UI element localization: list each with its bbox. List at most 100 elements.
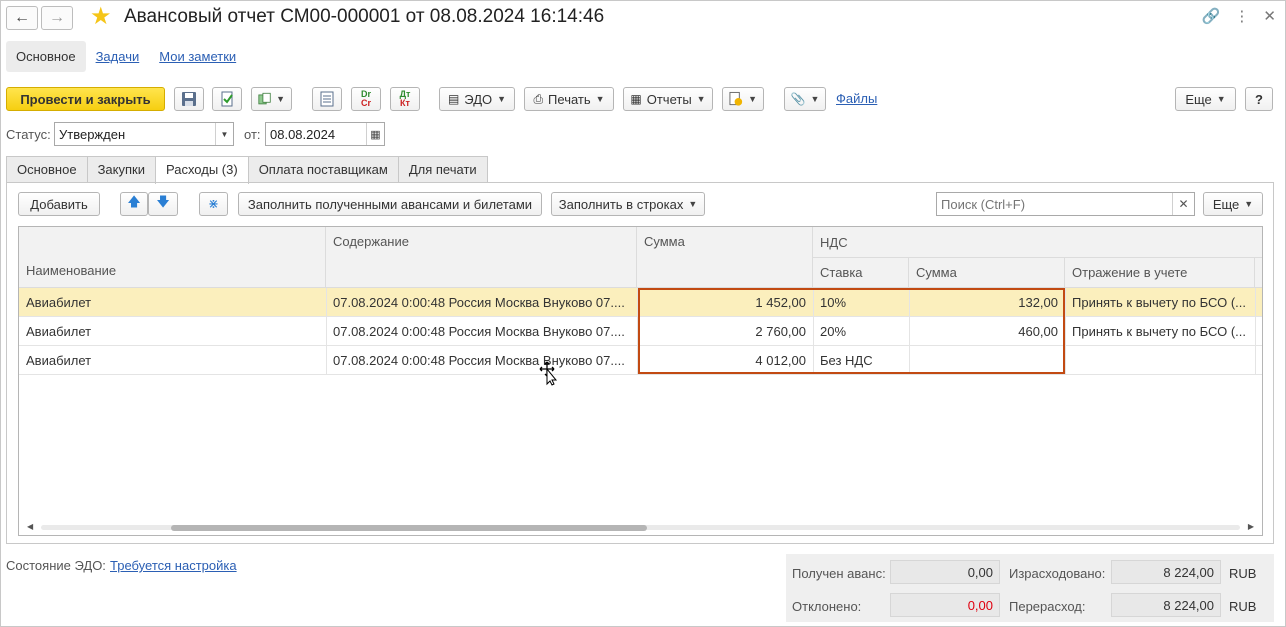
tab-purchases[interactable]: Закупки <box>86 156 156 183</box>
post-button[interactable] <box>212 87 242 111</box>
grid-more-button[interactable]: Еще ▼ <box>1203 192 1263 216</box>
cell-vat-rate: 20% <box>820 324 847 339</box>
reports-label: Отчеты <box>646 91 692 107</box>
cell-accounting <box>1065 346 1255 375</box>
cell-name: Авиабилет <box>26 295 92 310</box>
reports-button[interactable]: ▦ Отчеты ▼ <box>623 87 713 111</box>
scroll-right-icon[interactable]: ▶ <box>1248 522 1254 531</box>
attachments-button[interactable]: 📎 ▼ <box>784 87 826 111</box>
create-based-on-button[interactable]: ▼ <box>251 87 292 111</box>
col-header-filler <box>1255 258 1262 288</box>
attach-docs-button[interactable]: ▼ <box>722 87 764 111</box>
spent-label: Израсходовано: <box>1009 566 1106 581</box>
tab-main[interactable]: Основное <box>6 156 88 183</box>
col-header-amount[interactable]: Сумма <box>637 227 813 288</box>
expenses-table[interactable]: Наименование Содержание Сумма НДС Ставка… <box>18 226 1263 536</box>
chevron-down-icon: ▼ <box>810 94 820 104</box>
tab-supplier-payments[interactable]: Оплата поставщикам <box>247 156 399 183</box>
advance-value: 0,00 <box>890 560 1000 584</box>
move-down-button[interactable]: 🡇 <box>148 192 178 216</box>
status-value: Утвержден <box>59 127 126 142</box>
edo-setup-link[interactable]: Требуется настройка <box>110 558 237 573</box>
more-label: Еще <box>1185 91 1212 107</box>
dr-cr-button[interactable]: Dr Cr <box>351 87 381 111</box>
cell-accounting: Принять к вычету по БСО (... <box>1072 324 1246 339</box>
cell-accounting: Принять к вычету по БСО (... <box>1072 295 1246 310</box>
fill-rows-button[interactable]: Заполнить в строках ▼ <box>551 192 705 216</box>
forward-button[interactable]: → <box>41 6 73 30</box>
back-button[interactable]: ← <box>6 6 38 30</box>
chevron-down-icon[interactable]: ▼ <box>215 123 233 145</box>
more-vertical-icon[interactable]: ⋮ <box>1234 7 1249 25</box>
add-button[interactable]: Добавить <box>18 192 100 216</box>
report-icon: ▦ <box>630 92 642 106</box>
split-row-button[interactable]: ⋇ <box>199 192 228 216</box>
fill-advances-button[interactable]: Заполнить полученными авансами и билетам… <box>238 192 542 216</box>
scroll-left-icon[interactable]: ◀ <box>27 522 33 531</box>
search-box[interactable]: ✕ <box>936 192 1195 216</box>
chevron-down-icon: ▼ <box>748 94 757 104</box>
edo-button[interactable]: ▤ ЭДО ▼ <box>439 87 515 111</box>
post-document-icon <box>221 91 233 107</box>
col-header-vat-amount[interactable]: Сумма <box>909 258 1065 288</box>
files-link[interactable]: Файлы <box>836 91 877 106</box>
cell-content: 07.08.2024 0:00:48 Россия Москва Внуково… <box>333 324 625 339</box>
col-header-vat-rate[interactable]: Ставка <box>813 258 909 288</box>
tab-for-print[interactable]: Для печати <box>397 156 488 183</box>
post-and-close-button[interactable]: Провести и закрыть <box>6 87 165 111</box>
date-from-label: от: <box>244 127 261 142</box>
horizontal-scrollbar[interactable]: ◀ ▶ <box>27 522 1254 531</box>
scroll-thumb[interactable] <box>171 525 647 531</box>
chevron-down-icon: ▼ <box>696 94 706 104</box>
cell-vat-amount: 132,00 <box>1018 295 1058 310</box>
date-value: 08.08.2024 <box>270 127 336 142</box>
dt-kt-button[interactable]: Дт Кт <box>390 87 420 111</box>
table-row[interactable]: Авиабилет 07.08.2024 0:00:48 Россия Моск… <box>19 346 1262 375</box>
share-icon: ⋇ <box>208 196 219 211</box>
link-icon[interactable]: 🔗 <box>1202 7 1221 25</box>
journal-button[interactable] <box>312 87 342 111</box>
cell-vat-rate: Без НДС <box>820 353 873 368</box>
rejected-value: 0,00 <box>890 593 1000 617</box>
cell-amount: 4 012,00 <box>755 353 806 368</box>
printer-icon: ⎙ <box>533 92 544 106</box>
close-icon[interactable]: ✕ <box>1263 7 1276 25</box>
section-tab-tasks[interactable]: Задачи <box>86 41 150 72</box>
date-field[interactable]: 08.08.2024 ▦ <box>265 122 385 146</box>
currency-label: RUB <box>1229 566 1257 581</box>
favorite-star-icon[interactable]: ★ <box>90 5 112 29</box>
col-header-content[interactable]: Содержание <box>326 227 637 288</box>
paperclip-icon: 📎 <box>790 92 806 106</box>
rejected-label: Отклонено: <box>792 599 862 614</box>
calendar-icon[interactable]: ▦ <box>366 123 384 145</box>
status-select[interactable]: Утвержден ▼ <box>54 122 234 146</box>
col-header-vat[interactable]: НДС <box>813 227 1262 258</box>
chevron-down-icon: ▼ <box>688 199 698 209</box>
move-up-button[interactable]: 🡅 <box>120 192 148 216</box>
cell-name: Авиабилет <box>26 353 92 368</box>
col-header-accounting[interactable]: Отражение в учете <box>1065 258 1255 288</box>
chevron-down-icon: ▼ <box>1244 199 1254 209</box>
table-row[interactable]: Авиабилет 07.08.2024 0:00:48 Россия Моск… <box>19 317 1262 346</box>
search-input[interactable] <box>937 193 1167 215</box>
arrow-up-icon: 🡅 <box>127 194 141 209</box>
arrow-right-icon: → <box>49 9 65 26</box>
cell-amount: 2 760,00 <box>755 324 806 339</box>
section-tab-notes[interactable]: Мои заметки <box>149 41 246 72</box>
advance-label: Получен аванс: <box>792 566 886 581</box>
table-row[interactable]: Авиабилет 07.08.2024 0:00:48 Россия Моск… <box>19 288 1262 317</box>
print-button[interactable]: ⎙ Печать ▼ <box>524 87 614 111</box>
section-tab-main[interactable]: Основное <box>6 40 86 72</box>
page-tabs: Основное Закупки Расходы (3) Оплата пост… <box>6 156 488 184</box>
cr-label: Cr <box>360 98 371 108</box>
col-header-name[interactable]: Наименование <box>19 227 326 288</box>
save-button[interactable] <box>174 87 204 111</box>
chevron-down-icon: ▼ <box>1216 94 1226 104</box>
clear-icon[interactable]: ✕ <box>1172 193 1194 215</box>
tab-expenses[interactable]: Расходы (3) <box>154 156 249 184</box>
edo-icon: ▤ <box>447 92 460 106</box>
help-button[interactable]: ? <box>1245 87 1273 111</box>
arrow-left-icon: ← <box>14 9 30 26</box>
chevron-down-icon: ▼ <box>595 94 605 104</box>
more-button[interactable]: Еще ▼ <box>1175 87 1236 111</box>
